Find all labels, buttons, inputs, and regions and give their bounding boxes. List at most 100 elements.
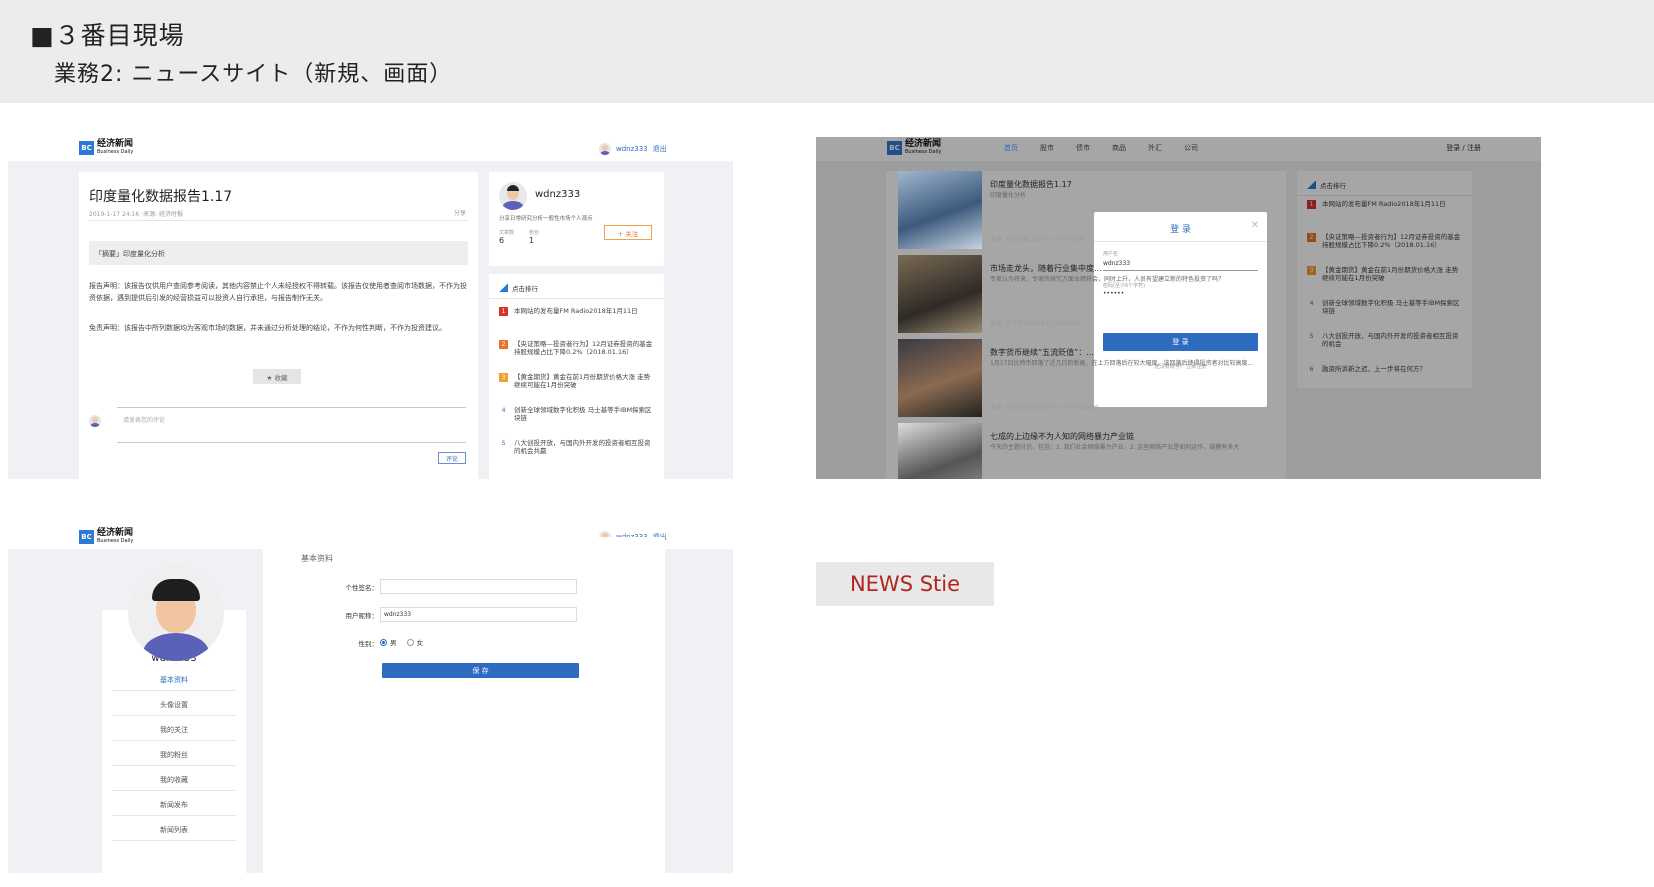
gender-female-radio[interactable]: [406, 638, 414, 646]
article-meta: 来源：新华社 2019-8-17 14:51:02: [990, 321, 1080, 327]
comment-input[interactable]: 请发表您的评论: [123, 415, 165, 424]
article-thumbnail[interactable]: [898, 423, 982, 479]
page-subtitle: 業務2: ニュースサイト（新規、画面）: [54, 62, 453, 87]
avatar: [599, 143, 611, 155]
article-title[interactable]: 七成的上边缘不为人知的网络暴力产业链: [990, 431, 1134, 442]
author-avatar: [499, 182, 527, 210]
nickname-label: 用户昵称：: [345, 612, 379, 620]
article-snippet: 印度量化分析: [990, 192, 1027, 199]
save-button[interactable]: 保 存: [382, 663, 579, 678]
rank-number: 5: [501, 440, 506, 447]
nav-tab-4[interactable]: 外汇: [1148, 143, 1162, 153]
divider: [112, 740, 236, 741]
divider: [112, 815, 236, 816]
user-avatar-large: [128, 565, 224, 661]
signature-label: 个性签名：: [345, 584, 379, 592]
hot-rank-item[interactable]: 4 创新全球领域数字化积极 马士基等手IBM探索区块链: [499, 406, 654, 422]
share-button[interactable]: 分享: [454, 208, 466, 217]
username-label: 用户名: [1103, 251, 1119, 257]
modal-title: 登 录: [1170, 225, 1191, 235]
nav-tab-0[interactable]: 首页: [1004, 143, 1018, 153]
sidebar-item-5[interactable]: 新闻发布: [102, 800, 246, 810]
article-title[interactable]: 数字货币继续“五流贬值”：...: [990, 347, 1094, 358]
article-snippet: 1月17日比特币回落了近几日的新高，在上方回落后在较大幅度，该回落后使得投资者对…: [990, 360, 1254, 367]
article-title[interactable]: 市场走龙头，随着行业集中度...: [990, 263, 1102, 274]
article-title[interactable]: 印度量化数据报告1.17: [990, 179, 1072, 190]
avatar: [89, 415, 101, 427]
article-meta: 来源：WEEX 2019-01-17 13:51:41:2002: [990, 405, 1099, 411]
hot-rank-item[interactable]: 2 【央证策略—投资者行为】12月证券投资的基金持股规模占比下降0.2%（2018…: [499, 340, 654, 356]
article-thumbnail[interactable]: [898, 171, 982, 249]
close-icon[interactable]: ✕: [1251, 220, 1259, 231]
favorite-button[interactable]: ★ 收藏: [253, 369, 301, 384]
signature-input[interactable]: [380, 579, 577, 594]
stat-fans: 1: [529, 236, 535, 245]
gender-label: 性别：: [358, 640, 379, 648]
article-snippet: 专家认为将来，专家所研究方面业绩将会，同时上升，人员有望建立新的特色投资了吗？: [990, 276, 1225, 283]
login-button[interactable]: 登 录: [1103, 333, 1258, 351]
article-thumbnail[interactable]: [898, 339, 982, 417]
article-body-1: 报告声明：该报告仅供用户查阅参考阅读，其他内容禁止个人未经授权不得转载。该报告仅…: [89, 282, 467, 302]
site-logo[interactable]: BC 经济新闻 Business Daily: [79, 140, 133, 156]
hot-rank-item[interactable]: 5 八大创投开放，与国内外开发的投资者相互投资的机会共赢: [499, 439, 654, 455]
news-site-tag: NEWS Stie: [816, 562, 994, 606]
sidebar-item-4[interactable]: 我的收藏: [102, 775, 246, 785]
divider: [112, 765, 236, 766]
section-title: 基本资料: [301, 554, 333, 563]
screenshot-user-center: BC 经济新闻Business Daily wdnz333 退出 wdnz333…: [8, 525, 733, 873]
gender-male-radio[interactable]: [380, 638, 387, 646]
divider: [112, 715, 236, 716]
user-link[interactable]: wdnz333: [616, 145, 648, 153]
rank-number: 2: [499, 340, 508, 349]
page-title: ■３番目現場: [30, 21, 185, 50]
logout-link[interactable]: 退出: [653, 144, 667, 154]
rank-title[interactable]: 创新全球领域数字化积极 马士基等手IBM探索区块链: [514, 406, 654, 422]
stat-articles: 6: [499, 236, 505, 245]
nav-tab-1[interactable]: 股市: [1040, 143, 1054, 153]
author-intro: 分享日常研究分析一般性市场个人观点: [499, 216, 593, 222]
follow-button[interactable]: + 关注: [604, 225, 652, 240]
article-thumbnail[interactable]: [898, 255, 982, 333]
divider: [112, 790, 236, 791]
divider: [112, 690, 236, 691]
sidebar-item-3[interactable]: 我的粉丝: [102, 750, 246, 760]
article-snippet: 今天的主题讨论，包括：1. 我们社会网络暴力产业，2. 这些网络产业是如何运作，…: [990, 444, 1240, 451]
article-card: 印度量化数据报告1.17 2019-1-17 24:16 ·来源: 经济时报 分…: [79, 172, 478, 479]
rank-title[interactable]: 【央证策略—投资者行为】12月证券投资的基金持股规模占比下降0.2%（2018.…: [514, 340, 654, 356]
screenshot-login-modal: BC 经济新闻 Business Daily 登录 / 注册 点击排行 1 本网站的…: [816, 137, 1541, 479]
article-meta: 2019-1-17 24:16 ·来源: 经济时报: [89, 211, 183, 218]
rank-title[interactable]: 八大创投开放，与国内外开发的投资者相互投资的机会共赢: [514, 439, 654, 455]
rank-title[interactable]: 【黄金期货】黄金在前1月份期货价格大涨 走势继续可能在1月份突破: [514, 373, 654, 389]
nickname-input[interactable]: wdnz333: [380, 607, 577, 622]
sidebar-item-1[interactable]: 头像设置: [102, 700, 246, 710]
hot-rank-item[interactable]: 1 本网站的发布量FM Radio2018年1月11日: [499, 307, 654, 316]
article-body-2: 免责声明：该报告中所列数据均为客观市场的数据，并未通过分析处理的结论，不作为何性…: [89, 324, 446, 332]
comment-submit-button[interactable]: 评论: [438, 452, 466, 464]
username-field[interactable]: wdnz333: [1103, 260, 1130, 267]
article-summary: 「摘要」印度量化分析: [89, 241, 468, 265]
article-meta: 来源：经济时报 2019-1-17 14:51:05: [990, 237, 1086, 243]
rank-number: 4: [501, 407, 506, 414]
hot-rank-title: 点击排行: [512, 285, 538, 293]
hot-rank-panel: 点击排行 1 本网站的发布量FM Radio2018年1月11日 2 【央证策略—投资…: [489, 274, 664, 479]
login-modal: 登 录 ✕ 用户名 wdnz333 密码(至少6个字符) •••••• 登 录 …: [1094, 212, 1267, 407]
sidebar-item-0[interactable]: 基本资料: [102, 675, 246, 685]
author-name: wdnz333: [535, 189, 581, 200]
rank-number: 3: [499, 373, 508, 382]
sidebar-item-6[interactable]: 新闻列表: [102, 825, 246, 835]
chart-icon: [499, 284, 508, 292]
nav-tab-2[interactable]: 债市: [1076, 143, 1090, 153]
page-header: ■３番目現場 業務2: ニュースサイト（新規、画面）: [0, 0, 1654, 103]
nav-tab-3[interactable]: 商品: [1112, 143, 1126, 153]
article-title: 印度量化数据报告1.17: [89, 189, 233, 205]
screenshot-article-detail: BC 经济新闻 Business Daily wdnz333 退出 印度量化数据报…: [8, 137, 733, 479]
rank-title[interactable]: 本网站的发布量FM Radio2018年1月11日: [514, 307, 638, 315]
author-card: wdnz333 分享日常研究分析一般性市场个人观点 文章数 6 粉丝 1 + 关…: [489, 172, 664, 266]
divider: [112, 840, 236, 841]
nav-tab-5[interactable]: 公司: [1184, 143, 1198, 153]
hot-rank-item[interactable]: 3 【黄金期货】黄金在前1月份期货价格大涨 走势继续可能在1月份突破: [499, 373, 654, 389]
site-logo[interactable]: BC 经济新闻 Business Daily: [79, 529, 133, 545]
profile-form: 基本资料 个性签名： 用户昵称： wdnz333 性别： 男 女 保 存: [263, 537, 665, 873]
password-field[interactable]: ••••••: [1103, 290, 1124, 297]
sidebar-item-2[interactable]: 我的关注: [102, 725, 246, 735]
